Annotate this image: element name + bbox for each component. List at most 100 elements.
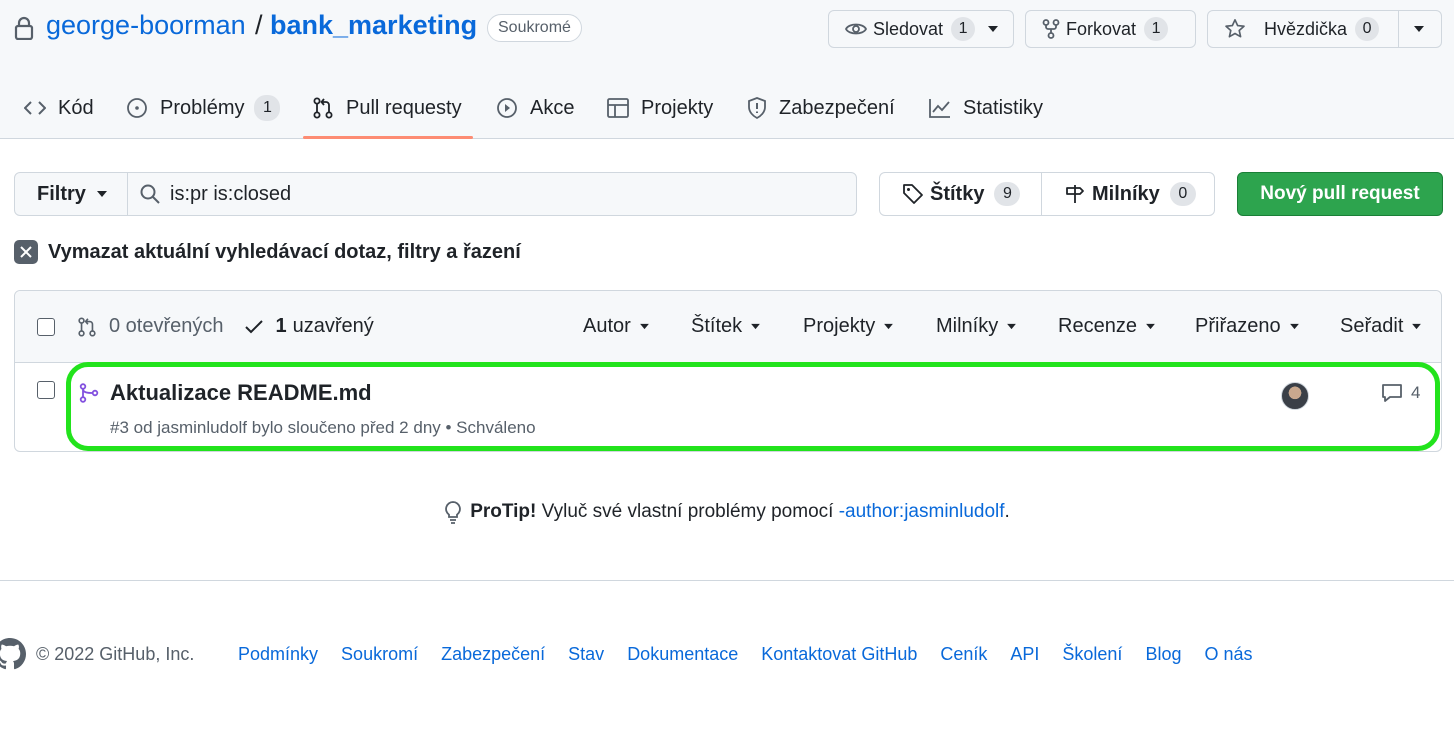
watch-button[interactable]: Sledovat 1 bbox=[828, 10, 1014, 48]
tag-icon bbox=[902, 183, 924, 205]
fork-button[interactable]: Forkovat 1 bbox=[1025, 10, 1196, 48]
sort-label: Přiřazeno bbox=[1195, 315, 1281, 337]
search-input[interactable] bbox=[170, 182, 830, 206]
code-icon bbox=[24, 100, 46, 116]
pull-request-icon bbox=[77, 316, 97, 337]
milestones-button[interactable]: Milníky 0 bbox=[1041, 172, 1215, 216]
github-logo-icon[interactable] bbox=[0, 638, 26, 670]
author-filter[interactable]: Autor bbox=[583, 315, 650, 338]
visibility-badge: Soukromé bbox=[487, 14, 582, 42]
footer-link-status[interactable]: Stav bbox=[568, 644, 604, 665]
chevron-down-icon bbox=[1006, 323, 1017, 330]
tab-insights[interactable]: Statistiky bbox=[929, 90, 1043, 126]
watch-label: Sledovat bbox=[873, 18, 944, 39]
tab-pull-requests[interactable]: Pull requesty bbox=[312, 90, 462, 126]
pull-request-meta: #3 od jasminludolf bylo sloučeno před 2 … bbox=[110, 418, 536, 437]
protip-end: . bbox=[1004, 501, 1010, 522]
label-filter[interactable]: Štítek bbox=[691, 315, 761, 338]
search-field[interactable] bbox=[127, 172, 857, 216]
state-filters: 0 otevřených 1 uzavřený bbox=[77, 315, 374, 338]
eye-icon bbox=[845, 21, 867, 37]
tab-code[interactable]: Kód bbox=[24, 90, 94, 126]
tab-actions[interactable]: Akce bbox=[496, 90, 574, 126]
graph-icon bbox=[929, 98, 951, 118]
labels-label: Štítky bbox=[930, 182, 985, 205]
table-icon bbox=[607, 98, 629, 118]
labels-button[interactable]: Štítky 9 bbox=[879, 172, 1042, 216]
comments-link[interactable]: 4 bbox=[1381, 383, 1420, 403]
assignee-filter[interactable]: Přiřazeno bbox=[1195, 315, 1300, 338]
chevron-down-icon bbox=[96, 190, 108, 198]
reviews-filter[interactable]: Recenze bbox=[1058, 315, 1156, 338]
filters-label: Filtry bbox=[37, 182, 86, 205]
copyright: © 2022 GitHub, Inc. bbox=[36, 644, 195, 664]
light-bulb-icon bbox=[444, 500, 462, 524]
milestones-filter[interactable]: Milníky bbox=[936, 315, 1017, 338]
footer-link-terms[interactable]: Podmínky bbox=[238, 644, 318, 665]
chevron-down-icon bbox=[987, 25, 999, 33]
chevron-down-icon bbox=[750, 323, 761, 330]
clear-filters-link[interactable]: Vymazat aktuální vyhledávací dotaz, filt… bbox=[14, 240, 521, 264]
chevron-down-icon bbox=[1411, 323, 1422, 330]
footer-link-docs[interactable]: Dokumentace bbox=[627, 644, 738, 665]
selected-tab-indicator bbox=[303, 136, 473, 139]
milestones-count: 0 bbox=[1169, 182, 1196, 206]
sort-filter[interactable]: Seřadit bbox=[1340, 315, 1422, 338]
footer-link-privacy[interactable]: Soukromí bbox=[341, 644, 418, 665]
tab-label: Statistiky bbox=[963, 96, 1044, 119]
tab-issues[interactable]: Problémy 1 bbox=[126, 90, 281, 126]
issue-icon bbox=[126, 97, 148, 119]
projects-filter[interactable]: Projekty bbox=[803, 315, 894, 338]
footer-link-api[interactable]: API bbox=[1010, 644, 1039, 665]
protip-link[interactable]: -author:jasminludolf bbox=[839, 501, 1005, 523]
sort-label: Milníky bbox=[936, 315, 999, 337]
new-pull-request-button[interactable]: Nový pull request bbox=[1237, 172, 1443, 216]
footer-link-pricing[interactable]: Ceník bbox=[940, 644, 987, 665]
chevron-down-icon bbox=[639, 323, 650, 330]
pull-request-icon bbox=[312, 97, 334, 119]
comment-count: 4 bbox=[1411, 383, 1421, 402]
labels-count: 9 bbox=[994, 182, 1021, 206]
tab-label: Projekty bbox=[641, 96, 714, 119]
star-list-chevron-icon[interactable] bbox=[1413, 25, 1425, 33]
footer-link-training[interactable]: Školení bbox=[1062, 644, 1122, 665]
tab-label: Problémy bbox=[160, 96, 245, 119]
star-count: 0 bbox=[1355, 17, 1380, 41]
closed-filter-link[interactable]: 1 uzavřený bbox=[244, 315, 374, 338]
merged-icon bbox=[79, 383, 99, 403]
avatar[interactable] bbox=[1281, 382, 1309, 410]
footer-link-contact[interactable]: Kontaktovat GitHub bbox=[761, 644, 917, 665]
pull-request-title-link[interactable]: Aktualizace README.md bbox=[110, 380, 372, 406]
closed-label: uzavřený bbox=[292, 315, 374, 337]
row-checkbox[interactable] bbox=[37, 381, 55, 399]
footer-link-blog[interactable]: Blog bbox=[1145, 644, 1181, 665]
footer-link-about[interactable]: O nás bbox=[1204, 644, 1252, 665]
tab-projects[interactable]: Projekty bbox=[607, 90, 713, 126]
protip: ProTip! Vyluč své vlastní problémy pomoc… bbox=[0, 500, 1454, 524]
select-all-checkbox[interactable] bbox=[37, 318, 55, 336]
repo-name-link[interactable]: bank_marketing bbox=[270, 10, 477, 41]
repo-owner-link[interactable]: george-boorman bbox=[46, 10, 246, 41]
close-icon bbox=[14, 240, 38, 264]
shield-icon bbox=[747, 97, 767, 119]
lock-icon bbox=[14, 16, 34, 40]
footer-link-security[interactable]: Zabezpečení bbox=[441, 644, 545, 665]
play-icon bbox=[496, 97, 518, 119]
footer-divider bbox=[0, 580, 1454, 581]
filters-button[interactable]: Filtry bbox=[14, 172, 128, 216]
footer-links: Podmínky Soukromí Zabezpečení Stav Dokum… bbox=[238, 644, 1276, 665]
repo-path-separator: / bbox=[255, 10, 263, 40]
open-filter-link[interactable]: 0 otevřených bbox=[77, 315, 224, 338]
tab-security[interactable]: Zabezpečení bbox=[747, 90, 895, 126]
tab-label: Pull requesty bbox=[346, 96, 462, 119]
open-count-label: 0 otevřených bbox=[109, 315, 224, 337]
star-icon bbox=[1224, 18, 1246, 40]
protip-text: Vyluč své vlastní problémy pomocí bbox=[541, 501, 834, 522]
closed-count: 1 bbox=[275, 315, 287, 337]
sort-label: Seřadit bbox=[1340, 315, 1404, 337]
sort-label: Projekty bbox=[803, 315, 876, 337]
star-button[interactable]: Hvězdička 0 bbox=[1207, 10, 1442, 48]
chevron-down-icon bbox=[883, 323, 894, 330]
chevron-down-icon bbox=[1145, 323, 1156, 330]
sort-label: Autor bbox=[583, 315, 631, 337]
